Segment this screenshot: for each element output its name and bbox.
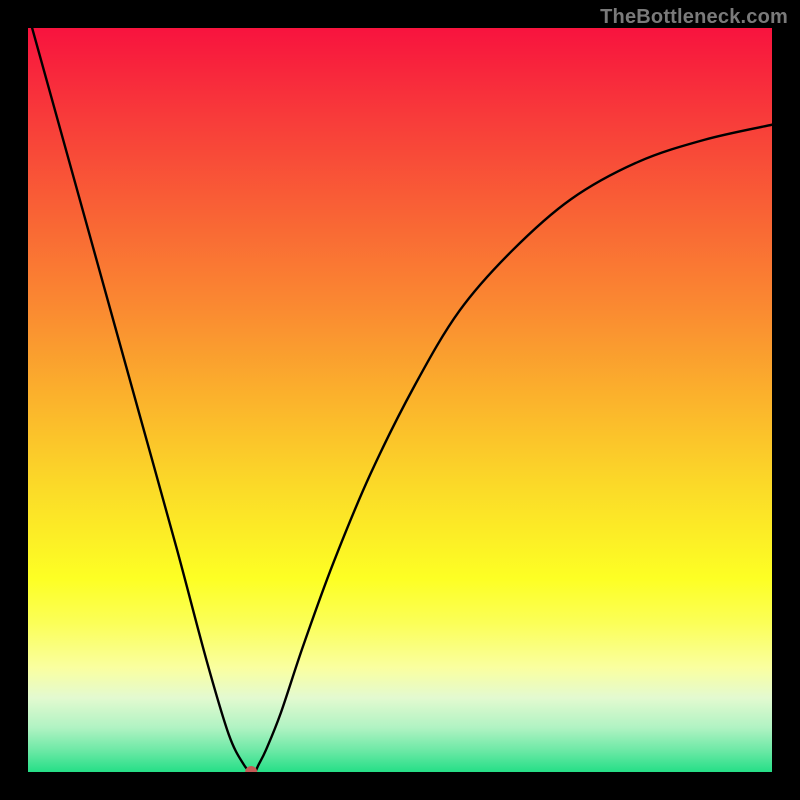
watermark-label: TheBottleneck.com [600,6,788,29]
chart-frame: TheBottleneck.com [0,0,800,800]
chart-background [28,28,772,772]
chart-svg [28,28,772,772]
plot-area [28,28,772,772]
